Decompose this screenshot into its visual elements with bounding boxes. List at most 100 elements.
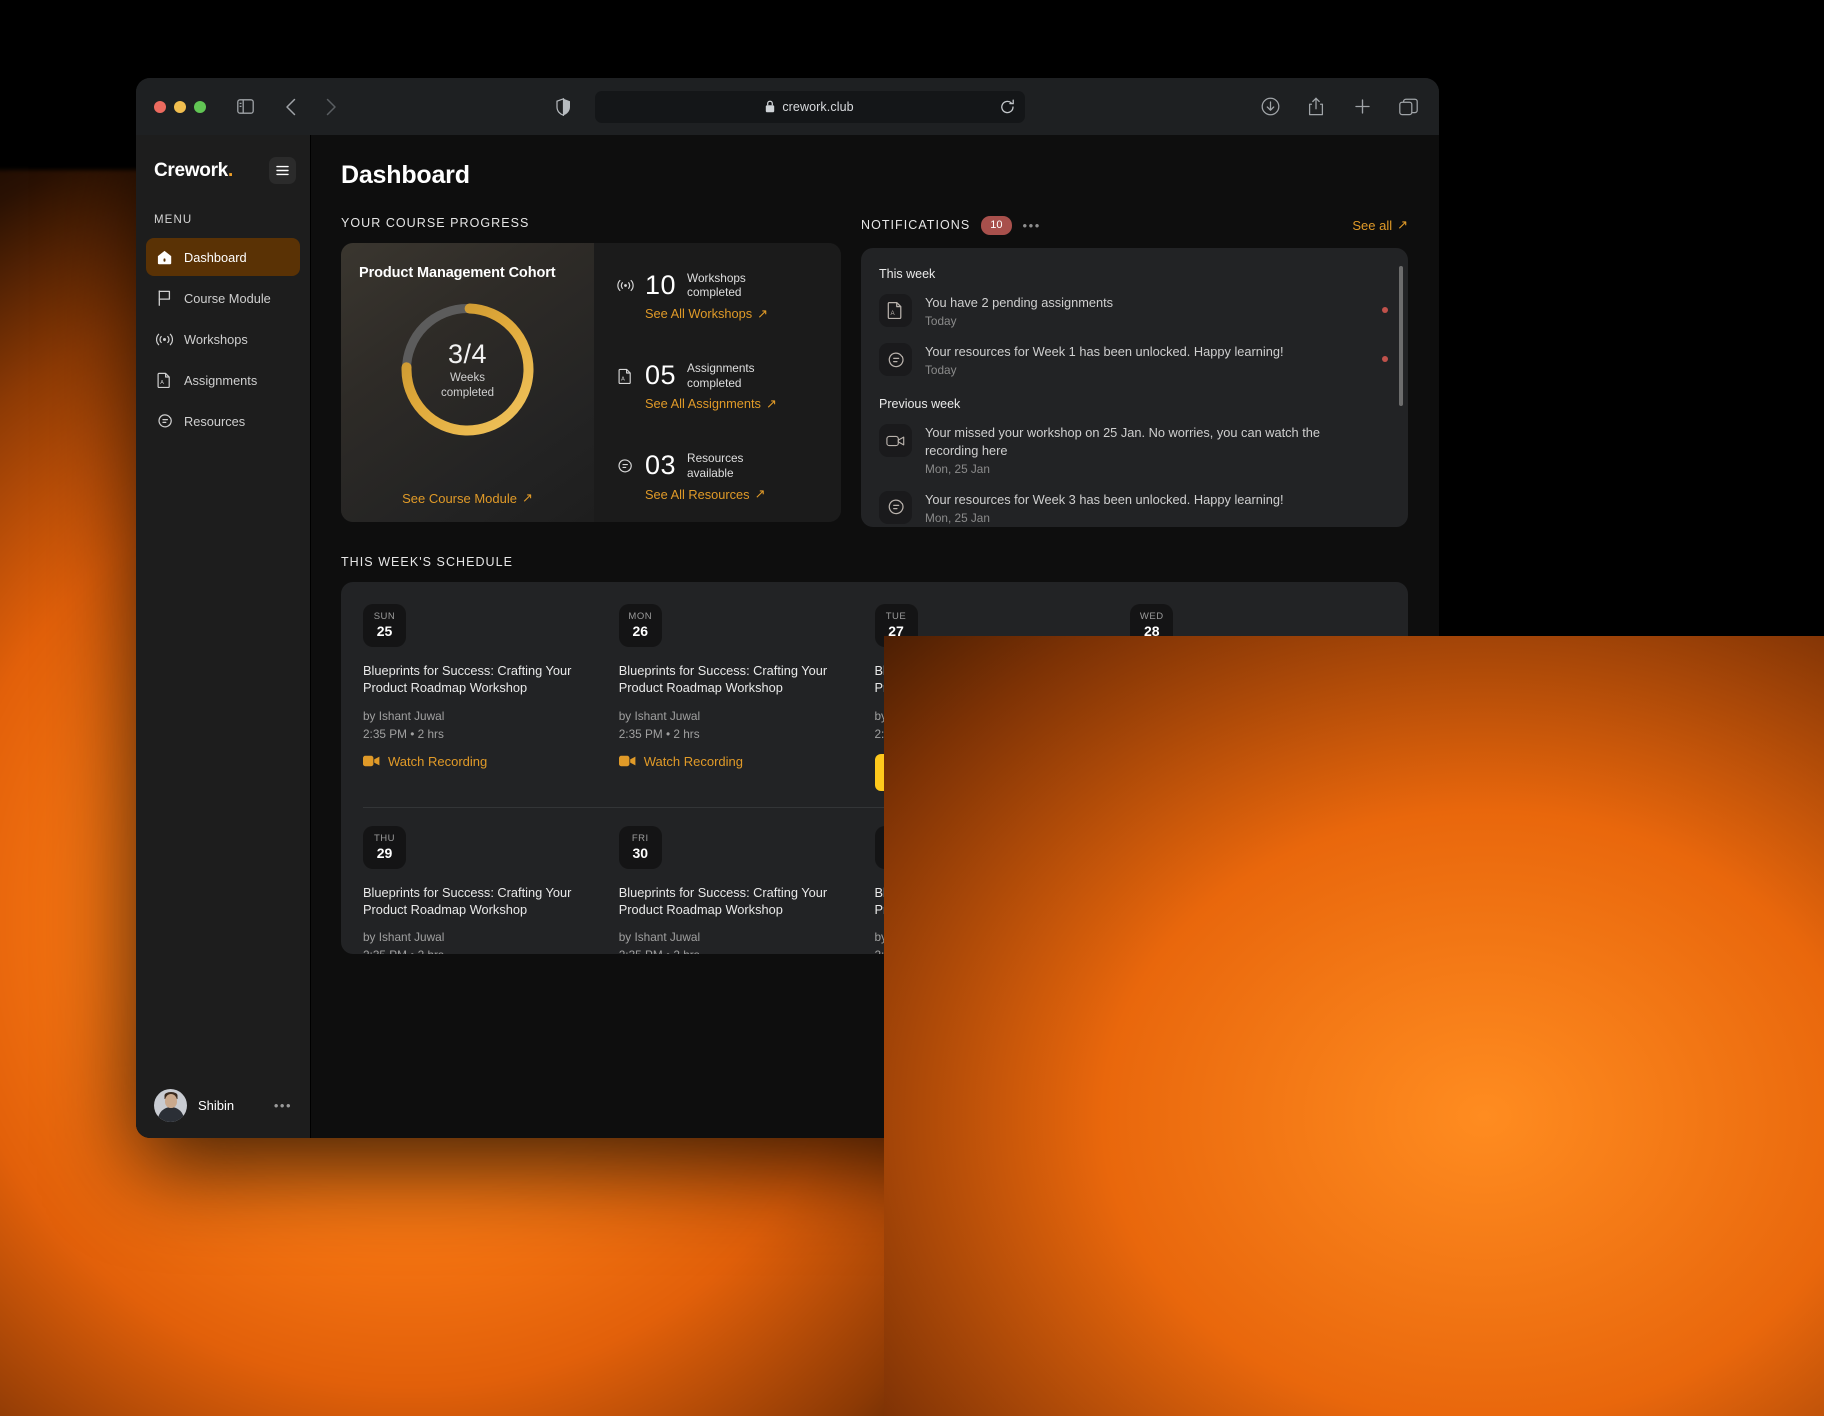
notifications-scrollbar[interactable] xyxy=(1399,265,1403,406)
watch-recording-label: Watch Recording xyxy=(388,753,488,769)
donut-sub-2: completed xyxy=(440,387,495,399)
see-all-resources-link[interactable]: See All Resources ↗ xyxy=(645,486,821,502)
schedule-item-tue[interactable]: TUE 27 Blueprints for Success: Crafting … xyxy=(874,603,1131,791)
cohort-title: Product Management Cohort xyxy=(359,265,556,281)
notifications-more-icon[interactable]: ••• xyxy=(1023,218,1041,233)
notification-time: Mon, 25 Jan xyxy=(925,511,990,526)
session-time: 2:35 PM • 2 hrs xyxy=(875,948,1105,953)
session-title: Blueprints for Success: Crafting Your Pr… xyxy=(874,662,1083,695)
new-tab-icon[interactable] xyxy=(1349,94,1375,120)
see-all-label: See all xyxy=(1352,217,1393,233)
arrow-up-right-icon: ↗ xyxy=(1397,217,1408,233)
url-bar[interactable]: crework.club xyxy=(594,90,1025,123)
schedule-item-fri[interactable]: FRI 30 Blueprints for Success: Crafting … xyxy=(618,825,875,954)
session-instructor: by Ishant Juwal xyxy=(363,930,445,945)
session-time: 2:35 PM • 2 hrs xyxy=(363,948,593,953)
session-title: Blueprints for Success: Crafting Your Pr… xyxy=(874,884,1083,917)
assignment-icon: A xyxy=(616,367,634,385)
day-number: 25 xyxy=(376,623,393,640)
see-all-workshops-link[interactable]: See All Workshops ↗ xyxy=(645,306,821,322)
session-title: Blueprints for Success: Crafting Your Pr… xyxy=(1130,662,1339,695)
day-chip: TUE 27 xyxy=(874,603,918,647)
brand-logo[interactable]: Crework. xyxy=(154,160,233,182)
sidebar-item-dashboard[interactable]: Dashboard xyxy=(146,238,300,276)
watch-recording-link[interactable]: Watch Recording xyxy=(363,754,593,769)
day-name: MON xyxy=(628,611,653,623)
day-number: 31 xyxy=(888,845,904,862)
arrow-up-right-icon: ↗ xyxy=(757,305,768,321)
notifications-header: NOTIFICATIONS 10 ••• See all ↗ xyxy=(861,216,1408,235)
hamburger-icon[interactable] xyxy=(269,157,296,184)
see-all-assignments-label: See All Assignments xyxy=(645,396,761,412)
stat-workshops: 10 Workshops completed See All Workshops xyxy=(616,271,821,322)
profile-more-icon[interactable]: ••• xyxy=(274,1098,292,1113)
stat-label: Resources available xyxy=(687,451,743,480)
watch-recording-link[interactable]: Watch Recording xyxy=(618,754,849,769)
download-icon[interactable] xyxy=(1257,94,1283,120)
stat-number: 03 xyxy=(645,450,677,481)
notification-time: Today xyxy=(925,314,957,329)
sidebar-toggle-icon[interactable] xyxy=(232,94,258,120)
join-workshop-button[interactable]: Join Workshop xyxy=(874,753,1010,791)
day-name: WED xyxy=(1139,611,1164,623)
donut-sub-1: Weeks xyxy=(450,371,485,384)
session-time: 2:35 PM • 2 hrs xyxy=(363,726,444,741)
maximize-window-button[interactable] xyxy=(194,100,206,113)
sidebar-item-resources[interactable]: Resources xyxy=(146,402,300,440)
resources-icon xyxy=(156,413,173,430)
tab-overview-icon[interactable] xyxy=(1395,94,1421,120)
close-window-button[interactable] xyxy=(154,100,166,113)
shield-icon[interactable] xyxy=(551,94,577,120)
cohort-panel: Product Management Cohort 3/4 Weeks comp… xyxy=(341,243,594,522)
notification-item[interactable]: A You have 2 pending assignments Today xyxy=(879,293,1388,329)
user-profile[interactable]: Shibin ••• xyxy=(136,1089,310,1122)
resources-icon xyxy=(616,457,634,475)
minimize-window-button[interactable] xyxy=(174,100,186,113)
schedule-item-sun[interactable]: SUN 25 Blueprints for Success: Crafting … xyxy=(363,603,619,791)
session-title: Blueprints for Success: Crafting Your Pr… xyxy=(618,884,828,917)
see-course-module-link[interactable]: See Course Module ↗ xyxy=(402,490,533,506)
notification-text: Your resources for Week 3 has been unloc… xyxy=(925,491,1284,507)
desktop-background: crework.club Crework. MENU Dashboard Cou… xyxy=(0,0,1824,1416)
schedule-card: SUN 25 Blueprints for Success: Crafting … xyxy=(341,581,1408,954)
url-text: crework.club xyxy=(782,99,854,114)
assignment-icon: A xyxy=(879,293,912,327)
sidebar-item-workshops[interactable]: Workshops xyxy=(146,320,300,358)
see-all-assignments-link[interactable]: See All Assignments ↗ xyxy=(645,396,821,412)
sidebar-item-label: Resources xyxy=(184,413,246,429)
stat-assignments: A 05 Assignments completed See All Assig… xyxy=(616,361,821,412)
session-title: Blueprints for Success: Crafting Your Pr… xyxy=(363,662,572,695)
session-time: 2:35 PM • 2 hrs xyxy=(618,726,700,741)
sidebar-item-assignments[interactable]: A Assignments xyxy=(146,361,300,399)
video-icon xyxy=(879,424,912,458)
back-button[interactable] xyxy=(278,94,304,120)
sidebar-item-course-module[interactable]: Course Module xyxy=(146,279,300,317)
resources-icon xyxy=(879,490,912,524)
schedule-row-bottom: THU 29 Blueprints for Success: Crafting … xyxy=(363,808,1386,954)
browser-window: crework.club Crework. MENU Dashboard Cou… xyxy=(136,78,1439,1138)
day-number: 27 xyxy=(888,623,904,640)
session-title: Blueprints for Success: Crafting Your Pr… xyxy=(363,884,572,917)
notification-item[interactable]: Your resources for Week 1 has been unloc… xyxy=(879,343,1388,377)
schedule-item-wed[interactable]: WED 28 Blueprints for Success: Crafting … xyxy=(1130,603,1386,791)
window-traffic-lights[interactable] xyxy=(154,100,206,113)
schedule-item-sat[interactable]: SAT 31 Blueprints for Success: Crafting … xyxy=(874,825,1131,954)
day-name: SAT xyxy=(886,833,906,845)
share-icon[interactable] xyxy=(1303,94,1329,120)
schedule-item-mon[interactable]: MON 26 Blueprints for Success: Crafting … xyxy=(618,603,875,791)
svg-text:A: A xyxy=(891,310,896,317)
notifications-list[interactable]: This week A You have 2 pending assignmen… xyxy=(861,267,1408,527)
reload-icon[interactable] xyxy=(1000,99,1015,115)
notification-item[interactable]: Your resources for Week 3 has been unloc… xyxy=(879,490,1388,526)
stat-number: 10 xyxy=(645,269,677,300)
schedule-item-thu[interactable]: THU 29 Blueprints for Success: Crafting … xyxy=(363,825,619,954)
notification-item[interactable]: Your missed your workshop on 25 Jan. No … xyxy=(879,424,1388,476)
lock-icon xyxy=(765,100,775,113)
brand-dot: . xyxy=(227,159,233,181)
stat-label-line1: Workshops xyxy=(687,271,746,285)
sidebar-item-label: Course Module xyxy=(184,290,271,306)
forward-button[interactable] xyxy=(318,94,344,120)
session-time: 2:35 PM • 2 hrs xyxy=(874,726,956,741)
see-all-notifications-link[interactable]: See all ↗ xyxy=(1352,217,1408,233)
day-number: 26 xyxy=(632,623,649,640)
